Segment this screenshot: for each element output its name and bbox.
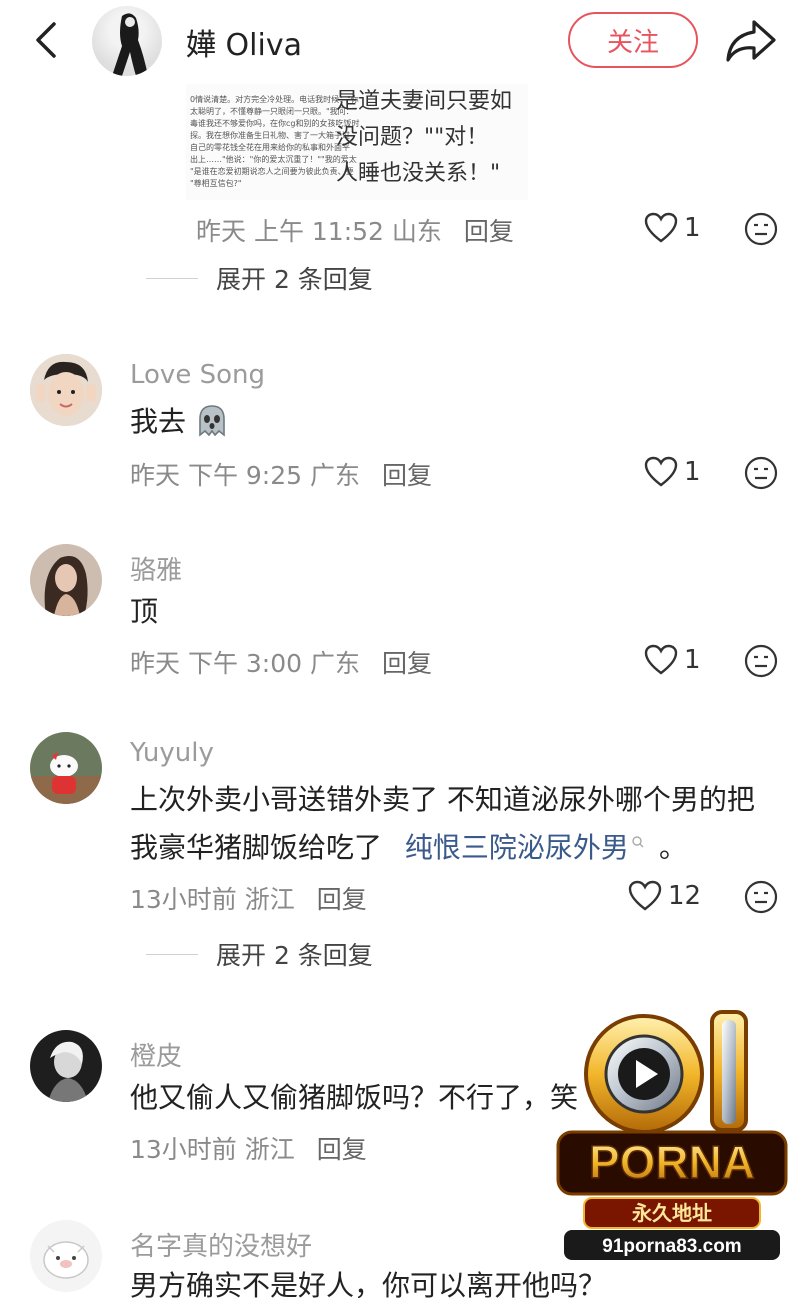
divider — [146, 953, 198, 955]
avatar[interactable] — [30, 732, 102, 804]
comment-time: 昨天 下午 9:25 广东 — [130, 461, 360, 490]
heart-icon — [644, 212, 678, 243]
reply-button[interactable]: 回复 — [382, 461, 432, 490]
comment-time: 昨天 上午 11:52 山东 — [196, 217, 442, 246]
heart-icon — [628, 880, 662, 911]
avatar[interactable] — [30, 1030, 102, 1102]
like-button[interactable]: 1 — [644, 644, 701, 676]
comment-text-line: 上次外卖小哥送错外卖了 不知道泌尿外哪个男的把 — [130, 783, 755, 816]
comment-text-line: 我豪华猪脚饭给吃了 纯恨三院泌尿外男。 — [130, 831, 687, 864]
like-button[interactable]: 1 — [644, 212, 701, 244]
reply-button[interactable]: 回复 — [382, 649, 432, 678]
comment-time: 昨天 下午 3:00 广东 — [130, 649, 360, 678]
reply-button[interactable]: 回复 — [464, 217, 514, 246]
author-name[interactable]: 嬅 Oliva — [186, 20, 302, 64]
reply-button[interactable]: 回复 — [317, 885, 367, 914]
avatar[interactable] — [30, 354, 102, 426]
comment-username[interactable]: Yuyuly — [130, 738, 214, 768]
like-count: 1 — [684, 645, 701, 675]
comment-username[interactable]: 橙皮 — [130, 1036, 182, 1073]
like-count: 12 — [668, 881, 702, 911]
comment-meta: 昨天 下午 3:00 广东 回复 — [130, 644, 432, 680]
hashtag-link[interactable]: 纯恨三院泌尿外男 — [405, 831, 629, 864]
avatar[interactable] — [30, 544, 102, 616]
top-bar: 嬅 Oliva 关注 — [0, 0, 800, 84]
divider — [146, 277, 198, 279]
comment-time: 13小时前 浙江 — [130, 1135, 295, 1164]
heart-icon — [644, 644, 678, 675]
comment-meta: 13小时前 浙江 回复 — [130, 1130, 367, 1166]
watermark-url: 91porna83.com — [602, 1236, 741, 1257]
watermark-tagline: 永久地址 — [631, 1201, 712, 1225]
like-button[interactable]: 1 — [644, 456, 701, 488]
like-count: 1 — [684, 457, 701, 487]
emoji-face-icon[interactable] — [744, 456, 778, 490]
author-avatar[interactable] — [92, 6, 162, 76]
expand-replies[interactable]: 展开 2 条回复 — [146, 936, 373, 972]
comment-image[interactable]: 0情说清楚。对方完全冷处理。电话我时候："你 太聪明了，不懂尊静一只眼闭一只眼。… — [186, 84, 528, 200]
share-arrow-icon[interactable] — [722, 14, 778, 66]
comment-meta: 昨天 上午 11:52 山东 回复 — [196, 212, 514, 248]
comment-text: 我去 — [130, 398, 229, 446]
comment-time: 13小时前 浙江 — [130, 885, 295, 914]
reply-button[interactable]: 回复 — [317, 1135, 367, 1164]
ghost-face-emoji — [199, 405, 225, 437]
chevron-left-icon[interactable] — [28, 18, 68, 62]
comment-username[interactable]: 骆雅 — [130, 550, 182, 587]
follow-button[interactable]: 关注 — [568, 12, 698, 68]
comment-text: 他又偷人又偷猪脚饭吗？不行了，笑 — [130, 1081, 579, 1114]
like-count: 1 — [684, 213, 701, 243]
comment-text: 男方确实不是好人，你可以离开他吗？ — [130, 1269, 607, 1298]
watermark-brand: PORNA — [589, 1136, 755, 1188]
comment-meta: 13小时前 浙江 回复 — [130, 880, 367, 916]
avatar[interactable] — [30, 1220, 102, 1292]
watermark-logo: PORNA 永久地址 91porna83.com — [552, 1004, 792, 1266]
search-icon — [632, 836, 644, 848]
comment-text: 顶 — [130, 595, 159, 628]
comment-username[interactable]: Love Song — [130, 360, 265, 390]
emoji-face-icon[interactable] — [744, 880, 778, 914]
image-text-right: 是道夫妻间只要如 没问题？""对！ 人睡也没关系！" — [336, 89, 513, 186]
emoji-face-icon[interactable] — [744, 644, 778, 678]
comment-meta: 昨天 下午 9:25 广东 回复 — [130, 456, 432, 492]
heart-icon — [644, 456, 678, 487]
expand-replies[interactable]: 展开 2 条回复 — [146, 260, 373, 296]
emoji-face-icon[interactable] — [744, 212, 778, 246]
comment-username[interactable]: 名字真的没想好 — [130, 1226, 312, 1263]
like-button[interactable]: 12 — [628, 880, 701, 912]
